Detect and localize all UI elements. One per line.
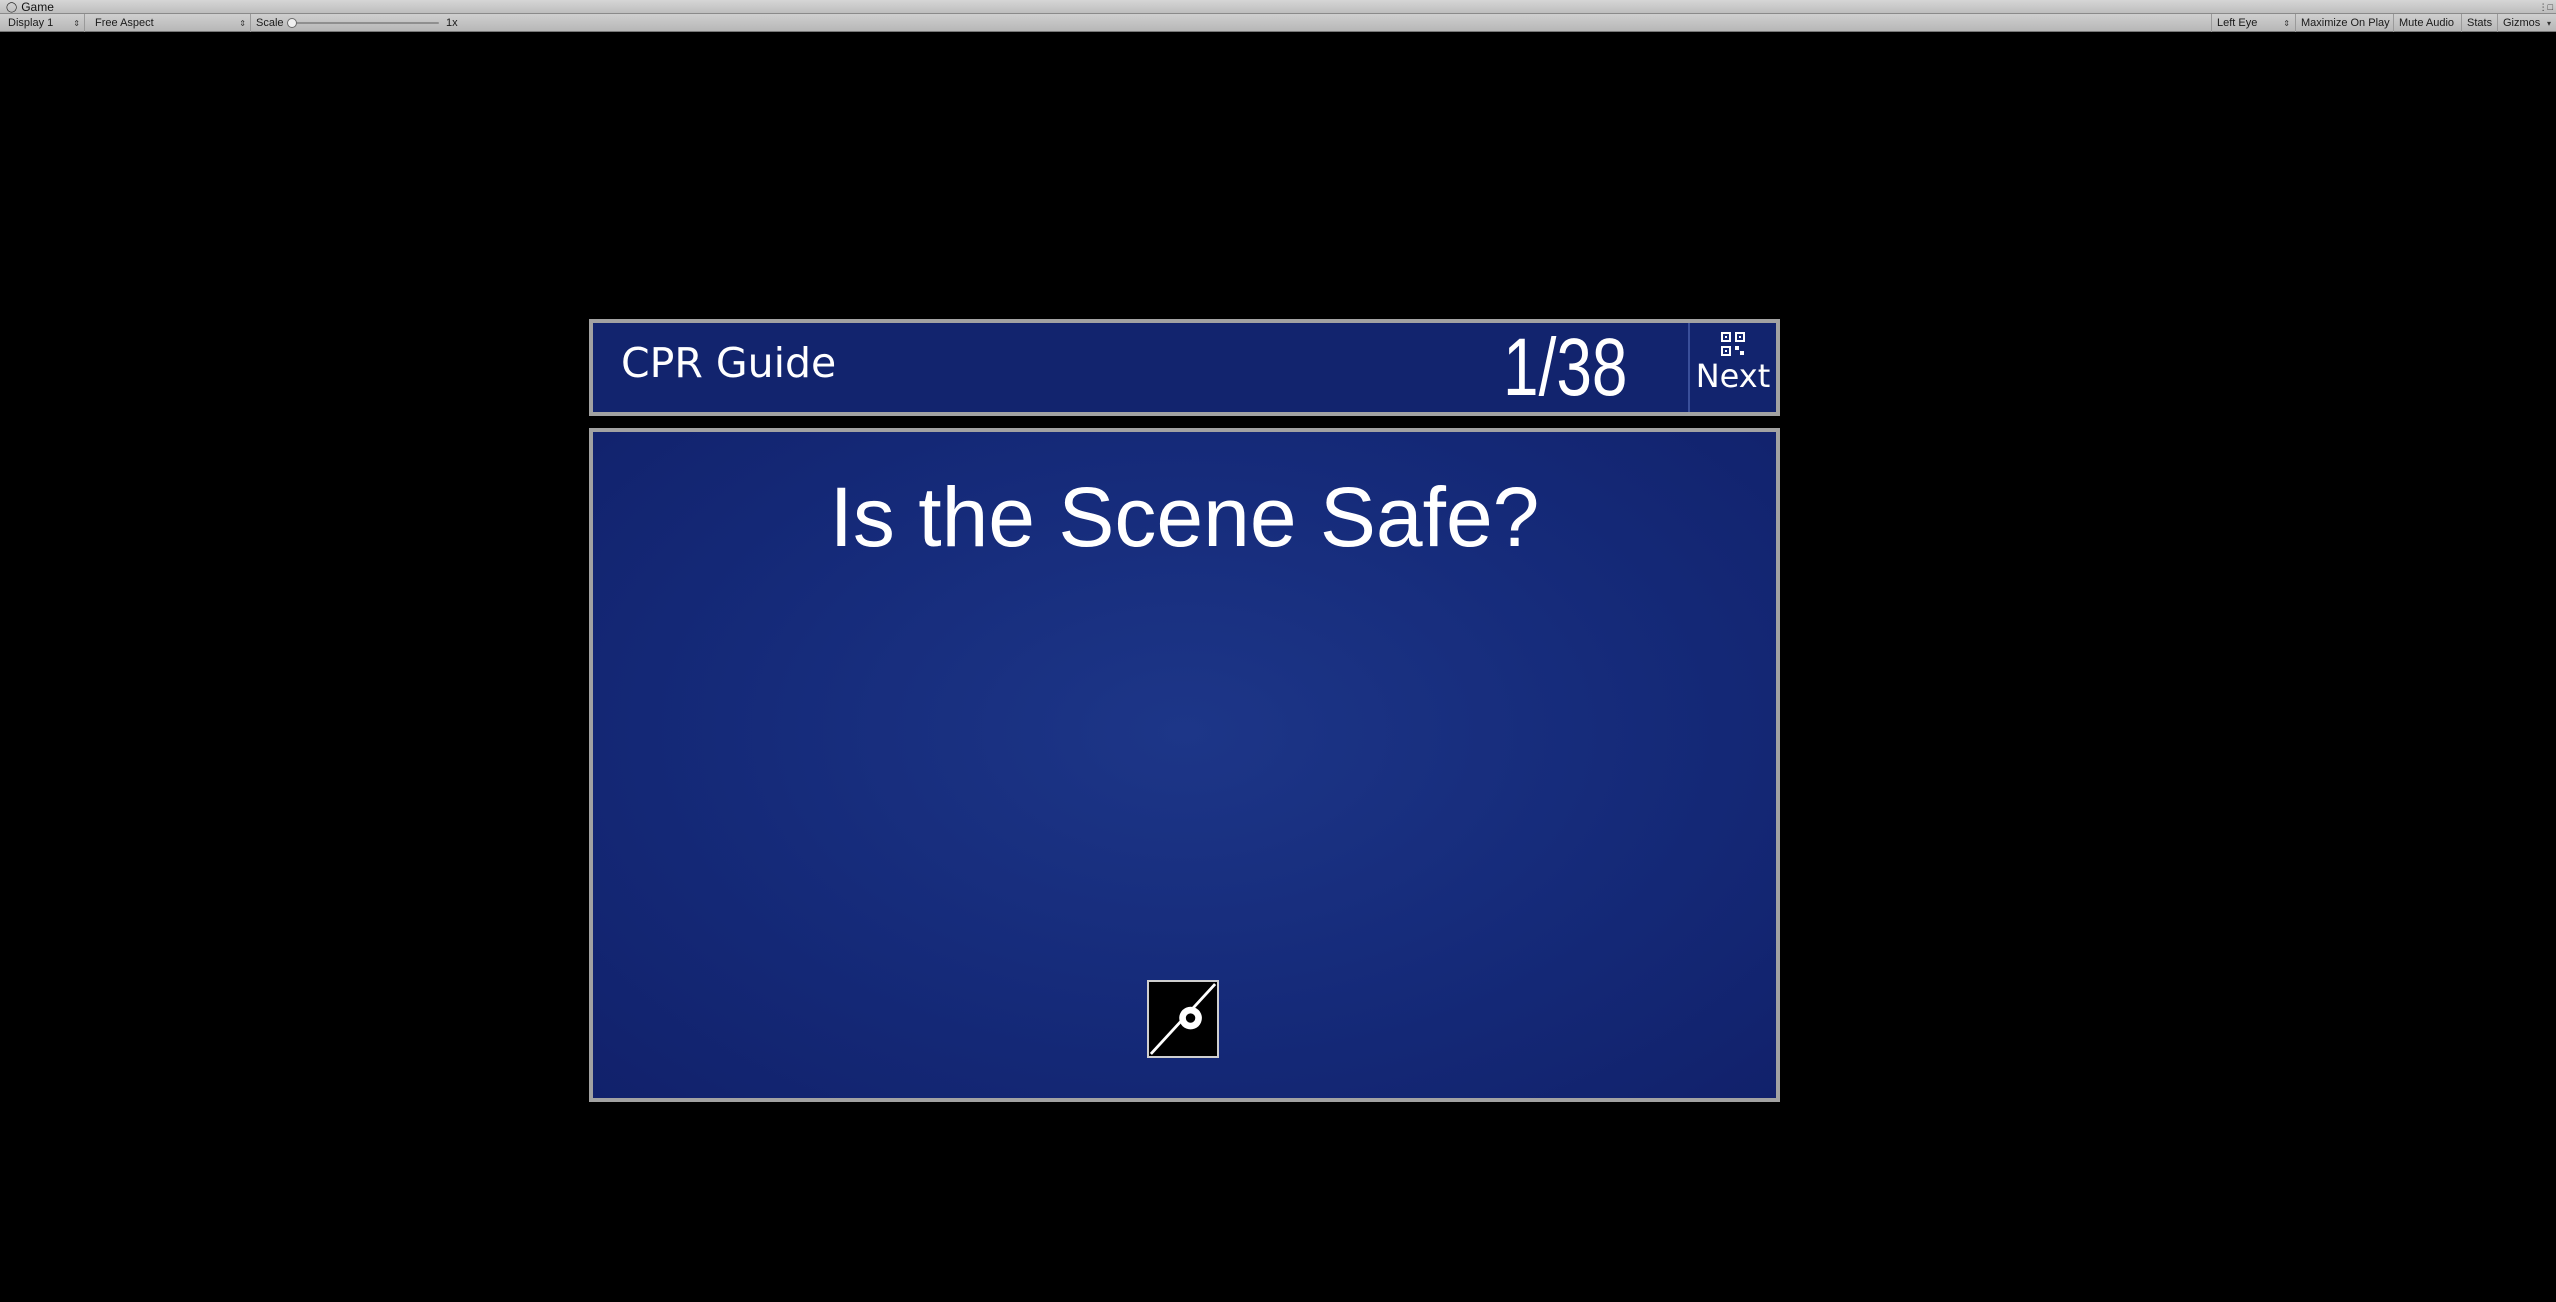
- game-tab[interactable]: ◯ Game: [0, 0, 64, 14]
- gizmos-dropdown-label: Gizmos: [2503, 17, 2541, 29]
- scale-value: 1x: [446, 17, 458, 29]
- guide-content-panel: Is the Scene Safe?: [589, 428, 1780, 1102]
- guide-header-panel: CPR Guide 1/38 Next: [589, 319, 1780, 416]
- dropdown-arrow-icon: ⇕: [239, 18, 246, 28]
- scale-label: Scale: [256, 17, 284, 29]
- unity-game-window: ◯ Game ⋮□ Display 1 ⇕ Free Aspect ⇕ Scal…: [0, 0, 2556, 1302]
- dropdown-arrow-icon: ⇕: [2283, 18, 2290, 28]
- next-button-label: Next: [1695, 357, 1771, 395]
- display-dropdown[interactable]: Display 1 ⇕: [0, 14, 85, 32]
- mute-audio-button[interactable]: Mute Audio: [2393, 14, 2459, 32]
- eye-dropdown[interactable]: Left Eye ⇕: [2211, 14, 2295, 32]
- stats-button[interactable]: Stats: [2461, 14, 2497, 32]
- maximize-on-play-button[interactable]: Maximize On Play: [2295, 14, 2395, 32]
- page-counter: 1/38: [1503, 322, 1628, 413]
- game-viewport: CPR Guide 1/38 Next Is the Scene Safe?: [0, 33, 2556, 1302]
- aspect-dropdown-label: Free Aspect: [95, 17, 154, 29]
- scale-slider-track[interactable]: [292, 22, 439, 24]
- missing-image-icon: [1147, 980, 1219, 1058]
- next-button[interactable]: Next: [1688, 323, 1776, 412]
- aspect-dropdown[interactable]: Free Aspect ⇕: [87, 14, 251, 32]
- tab-strip: ◯ Game ⋮□: [0, 0, 2556, 14]
- game-tab-label: Game: [21, 0, 54, 14]
- dropdown-arrow-icon: ▾: [2546, 18, 2551, 28]
- guide-title: CPR Guide: [621, 339, 837, 387]
- display-dropdown-label: Display 1: [8, 17, 54, 29]
- step-heading: Is the Scene Safe?: [829, 470, 1540, 564]
- eye-dropdown-label: Left Eye: [2217, 17, 2258, 29]
- game-view-toolbar: Display 1 ⇕ Free Aspect ⇕ Scale 1x Left …: [0, 14, 2556, 32]
- scale-slider-thumb[interactable]: [287, 18, 297, 28]
- qr-code-icon: [1721, 332, 1745, 356]
- game-view-icon: ◯: [6, 1, 18, 13]
- gizmos-dropdown[interactable]: Gizmos ▾: [2497, 14, 2556, 32]
- dropdown-arrow-icon: ⇕: [73, 18, 80, 28]
- tab-menu-icon[interactable]: ⋮□: [2539, 0, 2553, 14]
